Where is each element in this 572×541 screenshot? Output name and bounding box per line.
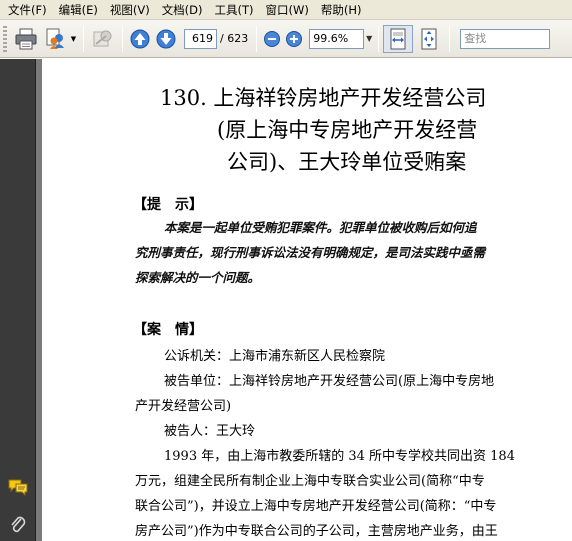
case-line: 联合公司”)，并设立上海中专房地产开发经营公司(简称：“中专 [135, 499, 497, 514]
toolbar-separator [256, 25, 258, 52]
zoom-in-icon [286, 30, 303, 47]
case-title-line-3: 公司)、王大玲单位受贿案 [227, 150, 467, 174]
zoom-out-button[interactable] [261, 24, 283, 54]
chevron-down-icon: ▼ [70, 34, 77, 43]
page-number-input[interactable]: 619 [184, 28, 217, 49]
case-line: 被告人：王大玲 [164, 424, 256, 439]
comments-icon [8, 479, 28, 496]
print-button[interactable] [11, 24, 41, 54]
document-page: 130. 上海祥铃房地产开发经营公司 (原上海中专房地产开发经营 公司)、王大玲… [42, 59, 572, 541]
sign-button[interactable] [88, 24, 118, 54]
hint-heading: 【提 示】 [133, 197, 203, 213]
document-people-icon [46, 28, 64, 49]
toolbar-separator [122, 25, 123, 52]
menu-window[interactable]: 窗口(W) [260, 1, 315, 19]
menu-document[interactable]: 文档(D) [156, 1, 209, 19]
menu-bar: 文件(F) 编辑(E) 视图(V) 文档(D) 工具(T) 窗口(W) 帮助(H… [0, 0, 572, 20]
arrow-down-icon [156, 29, 176, 48]
fit-width-button[interactable] [383, 24, 414, 53]
hint-line: 本案是一起单位受贿犯罪案件。犯罪单位被收购后如何追 [164, 220, 477, 235]
menu-file[interactable]: 文件(F) [2, 1, 53, 19]
zoom-out-icon [264, 30, 281, 47]
case-title-line-2: (原上海中专房地产开发经营 [217, 118, 478, 142]
arrow-up-icon [130, 29, 150, 48]
case-line: 万元，组建全民所有制企业上海中专联合实业公司(简称“中专 [135, 474, 485, 489]
case-line: 产开发经营公司) [135, 399, 232, 414]
toolbar-separator [449, 25, 451, 52]
toolbar-grip[interactable] [3, 25, 7, 52]
case-line: 1993 年，由上海市教委所辖的 34 所中专学校共同出资 184 [164, 449, 515, 464]
toolbar-separator [83, 25, 84, 52]
zoom-dropdown-button[interactable]: ▼ [364, 29, 374, 49]
toolbar-separator [378, 25, 380, 52]
print-icon [15, 28, 37, 49]
zoom-in-button[interactable] [283, 24, 305, 54]
document-viewport[interactable]: 130. 上海祥铃房地产开发经营公司 (原上海中专房地产开发经营 公司)、王大玲… [36, 59, 572, 541]
search-input[interactable]: 查找 [460, 28, 551, 49]
hint-line: 探索解决的一个问题。 [135, 270, 261, 285]
next-page-button[interactable] [153, 24, 179, 54]
comments-button[interactable] [6, 477, 30, 497]
menu-help[interactable]: 帮助(H) [315, 1, 368, 19]
navigation-panel [0, 59, 36, 541]
toolbar: ▼ 619 / 623 99.6% ▼ 查找 [0, 20, 572, 58]
hint-line: 究刑事责任，现行刑事诉讼法没有明确规定，是司法实践中亟需 [135, 245, 486, 260]
menu-view[interactable]: 视图(V) [104, 1, 156, 19]
zoom-level-input[interactable]: 99.6% [309, 28, 365, 49]
menu-edit[interactable]: 编辑(E) [53, 1, 104, 19]
case-line: 公诉机关：上海市浦东新区人民检察院 [164, 349, 386, 364]
case-heading: 【案 情】 [133, 322, 203, 338]
page-total: / 623 [220, 32, 249, 45]
menu-tools[interactable]: 工具(T) [209, 1, 260, 19]
fit-page-icon [421, 28, 437, 49]
fit-page-button[interactable] [413, 24, 445, 54]
previous-page-button[interactable] [127, 24, 153, 54]
fit-width-icon [390, 28, 406, 49]
attachments-button[interactable] [6, 515, 30, 535]
case-title-line-1: 130. 上海祥铃房地产开发经营公司 [160, 86, 487, 110]
chevron-down-icon: ▼ [366, 34, 373, 43]
collaborate-button[interactable]: ▼ [41, 24, 79, 54]
case-line: 被告单位：上海祥铃房地产开发经营公司(原上海中专房地 [164, 374, 495, 389]
case-line: 房产公司”)作为中专联合公司的子公司，主营房地产业务，由王 [135, 524, 498, 539]
signature-disabled-icon [93, 30, 112, 46]
paperclip-icon [11, 516, 26, 533]
